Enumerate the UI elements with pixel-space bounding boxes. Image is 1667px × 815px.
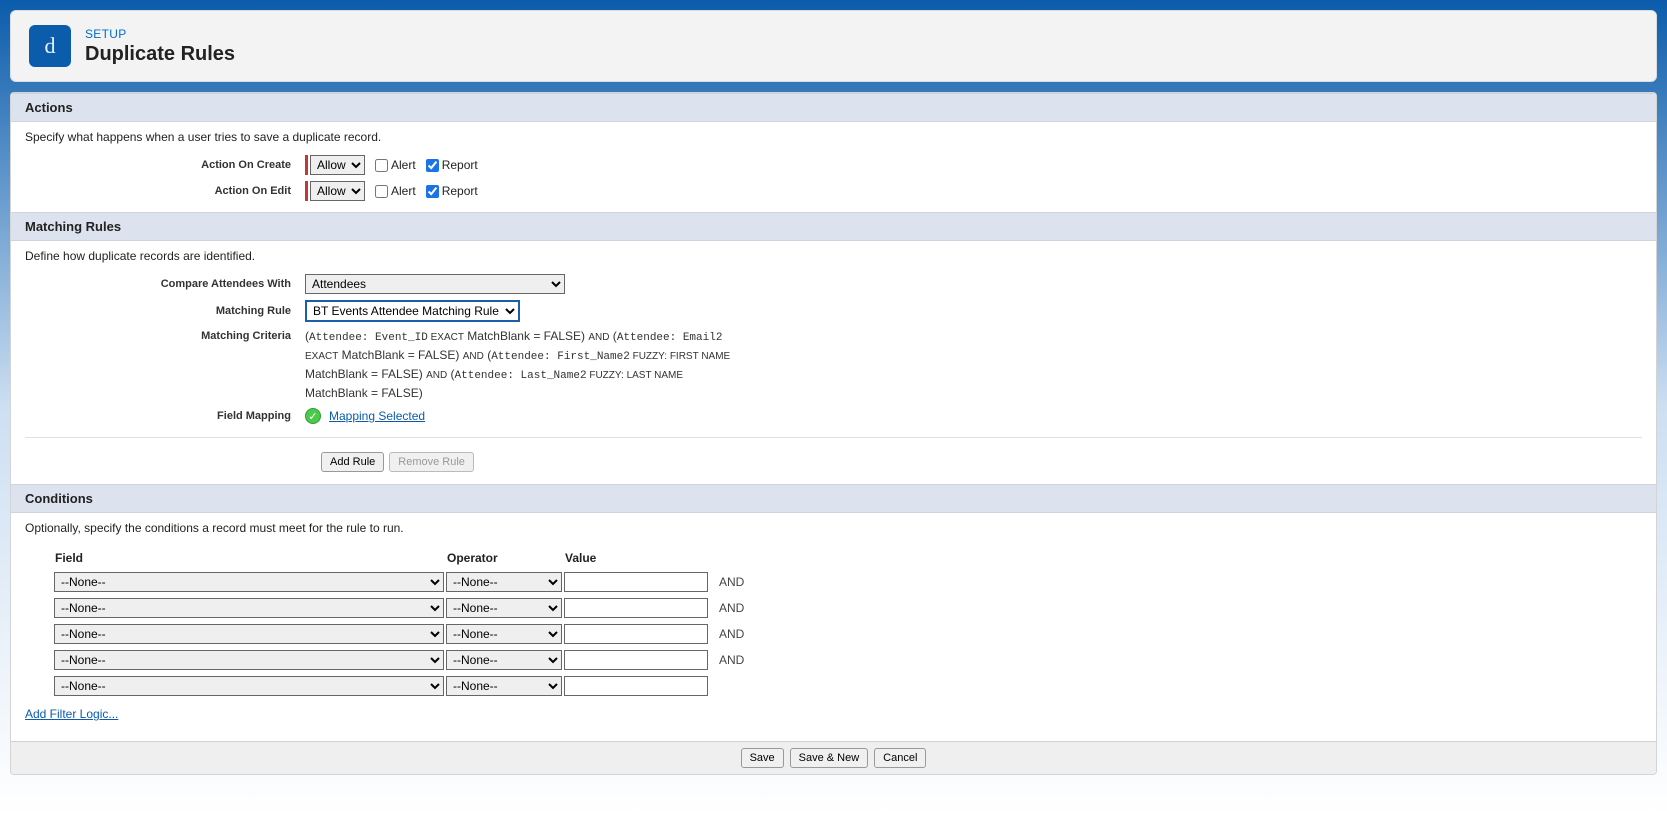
label-create-report: Report	[442, 158, 478, 172]
condition-operator-select[interactable]: --None--	[446, 650, 562, 670]
col-header-operator: Operator	[445, 551, 563, 567]
check-circle-icon: ✓	[305, 408, 321, 424]
condition-value-input[interactable]	[564, 650, 708, 670]
mapping-selected-link[interactable]: Mapping Selected	[329, 409, 425, 423]
col-header-field: Field	[53, 551, 445, 567]
page-title: Duplicate Rules	[85, 43, 235, 66]
condition-field-select[interactable]: --None--	[54, 676, 444, 696]
condition-value-input[interactable]	[564, 624, 708, 644]
row-field-mapping: Field Mapping ✓ Mapping Selected	[11, 405, 1656, 427]
section-header-conditions: Conditions	[11, 484, 1656, 513]
checkbox-edit-report-wrap[interactable]: Report	[426, 184, 478, 198]
conditions-table: Field Operator Value --None----None--AND…	[53, 547, 745, 701]
condition-field-select[interactable]: --None--	[54, 598, 444, 618]
matching-description: Define how duplicate records are identif…	[11, 241, 1656, 271]
condition-field-select[interactable]: --None--	[54, 572, 444, 592]
col-header-value: Value	[563, 551, 709, 567]
label-field-mapping: Field Mapping	[25, 410, 305, 422]
checkbox-create-alert[interactable]	[375, 159, 388, 172]
checkbox-edit-report[interactable]	[426, 185, 439, 198]
conditions-description: Optionally, specify the conditions a rec…	[11, 513, 1656, 543]
condition-field-select[interactable]: --None--	[54, 650, 444, 670]
label-matching-rule: Matching Rule	[25, 305, 305, 317]
label-action-on-edit: Action On Edit	[25, 185, 305, 197]
table-row: --None----None-- AND	[53, 649, 745, 671]
rule-buttons-row: Add Rule Remove Rule	[11, 448, 1656, 474]
actions-description: Specify what happens when a user tries t…	[11, 122, 1656, 152]
and-label: AND	[719, 575, 744, 589]
save-and-new-button[interactable]: Save & New	[790, 748, 869, 768]
select-matching-rule[interactable]: BT Events Attendee Matching Rule	[305, 300, 520, 322]
label-edit-alert: Alert	[391, 184, 416, 198]
footer-button-bar: Save Save & New Cancel	[11, 741, 1656, 774]
and-label: AND	[719, 601, 744, 615]
matching-criteria-text: (Attendee: Event_ID EXACT MatchBlank = F…	[305, 328, 735, 402]
checkbox-create-report[interactable]	[426, 159, 439, 172]
table-row: --None----None-- AND	[53, 597, 745, 619]
add-filter-logic-link[interactable]: Add Filter Logic...	[25, 707, 118, 721]
condition-value-input[interactable]	[564, 572, 708, 592]
select-action-on-edit[interactable]: Allow	[310, 181, 365, 201]
row-matching-rule: Matching Rule BT Events Attendee Matchin…	[11, 297, 1656, 325]
object-icon: d	[29, 25, 71, 67]
label-compare-with: Compare Attendees With	[25, 278, 305, 290]
row-compare-with: Compare Attendees With Attendees	[11, 271, 1656, 297]
section-header-matching: Matching Rules	[11, 212, 1656, 241]
save-button[interactable]: Save	[741, 748, 784, 768]
section-header-actions: Actions	[11, 93, 1656, 122]
divider	[25, 437, 1642, 438]
checkbox-create-alert-wrap[interactable]: Alert	[375, 158, 416, 172]
page-header: d SETUP Duplicate Rules	[10, 10, 1657, 82]
condition-operator-select[interactable]: --None--	[446, 598, 562, 618]
header-text: SETUP Duplicate Rules	[85, 27, 235, 66]
condition-field-select[interactable]: --None--	[54, 624, 444, 644]
checkbox-edit-alert-wrap[interactable]: Alert	[375, 184, 416, 198]
select-action-on-create[interactable]: Allow	[310, 155, 365, 175]
row-action-on-edit: Action On Edit Allow Alert Report	[11, 178, 1656, 204]
and-label: AND	[719, 627, 744, 641]
label-action-on-create: Action On Create	[25, 159, 305, 171]
row-action-on-create: Action On Create Allow Alert Report	[11, 152, 1656, 178]
condition-value-input[interactable]	[564, 598, 708, 618]
condition-operator-select[interactable]: --None--	[446, 676, 562, 696]
table-row: --None----None-- AND	[53, 571, 745, 593]
table-row: --None----None--	[53, 675, 745, 697]
select-compare-with[interactable]: Attendees	[305, 274, 565, 294]
condition-operator-select[interactable]: --None--	[446, 572, 562, 592]
table-row: --None----None-- AND	[53, 623, 745, 645]
condition-operator-select[interactable]: --None--	[446, 624, 562, 644]
label-create-alert: Alert	[391, 158, 416, 172]
remove-rule-button[interactable]: Remove Rule	[389, 452, 474, 472]
label-matching-criteria: Matching Criteria	[25, 328, 305, 342]
and-label: AND	[719, 653, 744, 667]
breadcrumb: SETUP	[85, 27, 235, 41]
checkbox-edit-alert[interactable]	[375, 185, 388, 198]
condition-value-input[interactable]	[564, 676, 708, 696]
row-matching-criteria: Matching Criteria (Attendee: Event_ID EX…	[11, 325, 1656, 405]
cancel-button[interactable]: Cancel	[874, 748, 926, 768]
checkbox-create-report-wrap[interactable]: Report	[426, 158, 478, 172]
add-rule-button[interactable]: Add Rule	[321, 452, 384, 472]
label-edit-report: Report	[442, 184, 478, 198]
content-card: Actions Specify what happens when a user…	[10, 92, 1657, 775]
